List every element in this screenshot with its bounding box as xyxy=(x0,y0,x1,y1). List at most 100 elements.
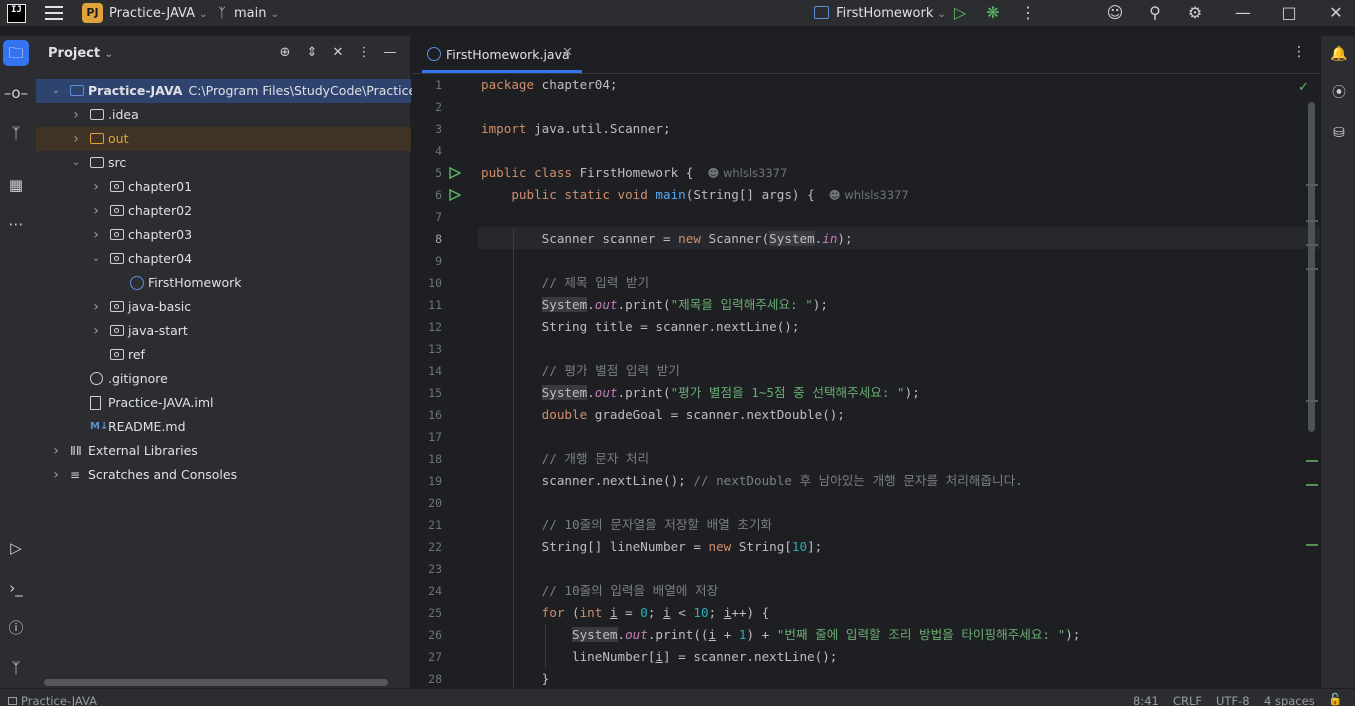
indent-setting[interactable]: 4 spaces xyxy=(1264,694,1315,706)
tree-item-scratches-and-consoles[interactable]: › ≡ Scratches and Consoles xyxy=(36,463,411,487)
chevron-down-icon[interactable]: ⌄ xyxy=(70,151,82,175)
no-problems-check-icon[interactable]: ✓ xyxy=(1298,80,1309,95)
pull-requests-icon[interactable]: ᛉ xyxy=(3,120,29,146)
notifications-bell-icon[interactable]: 🔔 xyxy=(1327,42,1351,66)
tree-item-practice-java[interactable]: ⌄ Practice-JAVA C:\Program Files\StudyCode… xyxy=(36,79,441,103)
more-actions-icon[interactable]: ⋮ xyxy=(1018,3,1038,23)
line-number[interactable]: 25 xyxy=(412,602,442,624)
line-number[interactable]: 10 xyxy=(412,272,442,294)
tree-item-java-start[interactable]: › java-start xyxy=(36,319,411,343)
line-separator[interactable]: CRLF xyxy=(1173,694,1202,706)
tree-item-chapter04[interactable]: ⌄ chapter04 xyxy=(36,247,411,271)
line-number[interactable]: 2 xyxy=(412,96,442,118)
tab-options-icon[interactable]: ⋮ xyxy=(1292,44,1306,60)
chevron-right-icon[interactable]: › xyxy=(90,295,102,319)
minimize-icon[interactable]: — xyxy=(1233,3,1253,23)
tree-item-chapter01[interactable]: › chapter01 xyxy=(36,175,411,199)
structure-icon[interactable]: ▦ xyxy=(3,172,29,198)
git-icon[interactable]: ᛉ xyxy=(3,655,29,681)
tree-item-chapter03[interactable]: › chapter03 xyxy=(36,223,411,247)
tab-firsthomework[interactable]: FirstHomework.java ✕ xyxy=(422,36,582,73)
expand-all-icon[interactable]: ⇕ xyxy=(303,44,321,62)
chevron-right-icon[interactable]: › xyxy=(90,319,102,343)
author-hint[interactable]: ☻ whlsls3377 xyxy=(707,166,787,180)
line-number[interactable]: 23 xyxy=(412,558,442,580)
chevron-right-icon[interactable]: › xyxy=(90,175,102,199)
tree-item-java-basic[interactable]: › java-basic xyxy=(36,295,411,319)
branch-selector[interactable]: ᛉ main ⌄ xyxy=(218,6,279,21)
database-icon[interactable]: ⛁ xyxy=(1327,121,1351,145)
line-number[interactable]: 28 xyxy=(412,668,442,688)
line-number[interactable]: 22 xyxy=(412,536,442,558)
file-encoding[interactable]: UTF-8 xyxy=(1216,694,1250,706)
line-number[interactable]: 6 xyxy=(412,184,442,206)
tree-item-src[interactable]: ⌄ src xyxy=(36,151,411,175)
tree-item-external-libraries[interactable]: › ⅡⅡ External Libraries xyxy=(36,439,411,463)
chevron-right-icon[interactable]: › xyxy=(90,199,102,223)
services-icon[interactable]: ▷ xyxy=(3,535,29,561)
chevron-down-icon[interactable]: ⌄ xyxy=(90,247,102,271)
line-number[interactable]: 4 xyxy=(412,140,442,162)
chevron-right-icon[interactable]: › xyxy=(70,103,82,127)
add-user-icon[interactable]: ☺ xyxy=(1105,3,1125,23)
horizontal-scrollbar[interactable] xyxy=(44,679,388,686)
project-badge[interactable]: PJ xyxy=(82,3,103,23)
run-config-selector[interactable]: FirstHomework ⌄ xyxy=(814,6,946,21)
project-panel-title[interactable]: Project ⌄ xyxy=(48,46,113,61)
line-number[interactable]: 16 xyxy=(412,404,442,426)
line-number[interactable]: 8 xyxy=(412,228,442,250)
line-number[interactable]: 11 xyxy=(412,294,442,316)
chevron-right-icon[interactable]: › xyxy=(50,463,62,487)
line-number[interactable]: 20 xyxy=(412,492,442,514)
line-number[interactable]: 9 xyxy=(412,250,442,272)
chevron-down-icon[interactable]: ⌄ xyxy=(50,79,62,103)
line-number[interactable]: 24 xyxy=(412,580,442,602)
line-number[interactable]: 3 xyxy=(412,118,442,140)
author-hint[interactable]: ☻ whlsls3377 xyxy=(829,188,909,202)
chevron-right-icon[interactable]: › xyxy=(90,223,102,247)
tree-item-idea[interactable]: › .idea xyxy=(36,103,411,127)
line-number[interactable]: 21 xyxy=(412,514,442,536)
project-selector[interactable]: Practice-JAVA ⌄ xyxy=(109,6,208,21)
tree-item-ref[interactable]: ref xyxy=(36,343,411,367)
hide-panel-icon[interactable]: — xyxy=(381,44,399,62)
run-icon[interactable]: ▷ xyxy=(950,3,970,23)
line-number[interactable]: 27 xyxy=(412,646,442,668)
chevron-right-icon[interactable]: › xyxy=(70,127,82,151)
code-editor[interactable]: 1 2 3 4 5 6 7 8 9 10 11 12 13 14 15 16 17 18 19 20 21 22 23 24 2… xyxy=(412,74,1320,688)
settings-gear-icon[interactable]: ⚙ xyxy=(1185,3,1205,23)
status-breadcrumb[interactable]: Practice-JAVA xyxy=(8,694,97,706)
vertical-scrollbar[interactable] xyxy=(1308,102,1315,432)
chevron-right-icon[interactable]: › xyxy=(50,439,62,463)
tree-item-chapter02[interactable]: › chapter02 xyxy=(36,199,411,223)
terminal-icon[interactable]: ›_ xyxy=(3,575,29,601)
line-number[interactable]: 26 xyxy=(412,624,442,646)
line-number[interactable]: 1 xyxy=(412,74,442,96)
debug-icon[interactable]: ❋ xyxy=(983,3,1003,23)
tree-item-readme-md[interactable]: M↓ README.md xyxy=(36,415,411,439)
run-main-icon[interactable] xyxy=(449,189,461,201)
project-toolwindow-icon[interactable]: 🗀 xyxy=(3,40,29,66)
tree-item-out[interactable]: › out xyxy=(36,127,411,151)
line-number[interactable]: 5 xyxy=(412,162,442,184)
collapse-all-icon[interactable]: ✕ xyxy=(329,44,347,62)
close-window-icon[interactable]: ✕ xyxy=(1326,3,1346,23)
line-number[interactable]: 17 xyxy=(412,426,442,448)
line-number[interactable]: 14 xyxy=(412,360,442,382)
locate-file-icon[interactable]: ⊕ xyxy=(276,44,294,62)
tree-item-practice-java-iml[interactable]: Practice-JAVA.iml xyxy=(36,391,411,415)
line-number[interactable]: 12 xyxy=(412,316,442,338)
ai-assistant-icon[interactable]: ⦿ xyxy=(1327,81,1351,105)
maximize-icon[interactable]: □ xyxy=(1279,3,1299,23)
options-icon[interactable]: ⋮ xyxy=(355,44,373,62)
line-number[interactable]: 19 xyxy=(412,470,442,492)
problems-icon[interactable]: ⓘ xyxy=(3,615,29,641)
search-icon[interactable]: ⚲ xyxy=(1145,3,1165,23)
run-class-icon[interactable] xyxy=(449,167,461,179)
commit-icon[interactable]: –o– xyxy=(3,80,29,106)
close-tab-icon[interactable]: ✕ xyxy=(562,45,573,60)
line-number[interactable]: 13 xyxy=(412,338,442,360)
tree-item-firsthomework[interactable]: FirstHomework xyxy=(36,271,411,295)
line-number[interactable]: 18 xyxy=(412,448,442,470)
tree-item-gitignore[interactable]: .gitignore xyxy=(36,367,411,391)
